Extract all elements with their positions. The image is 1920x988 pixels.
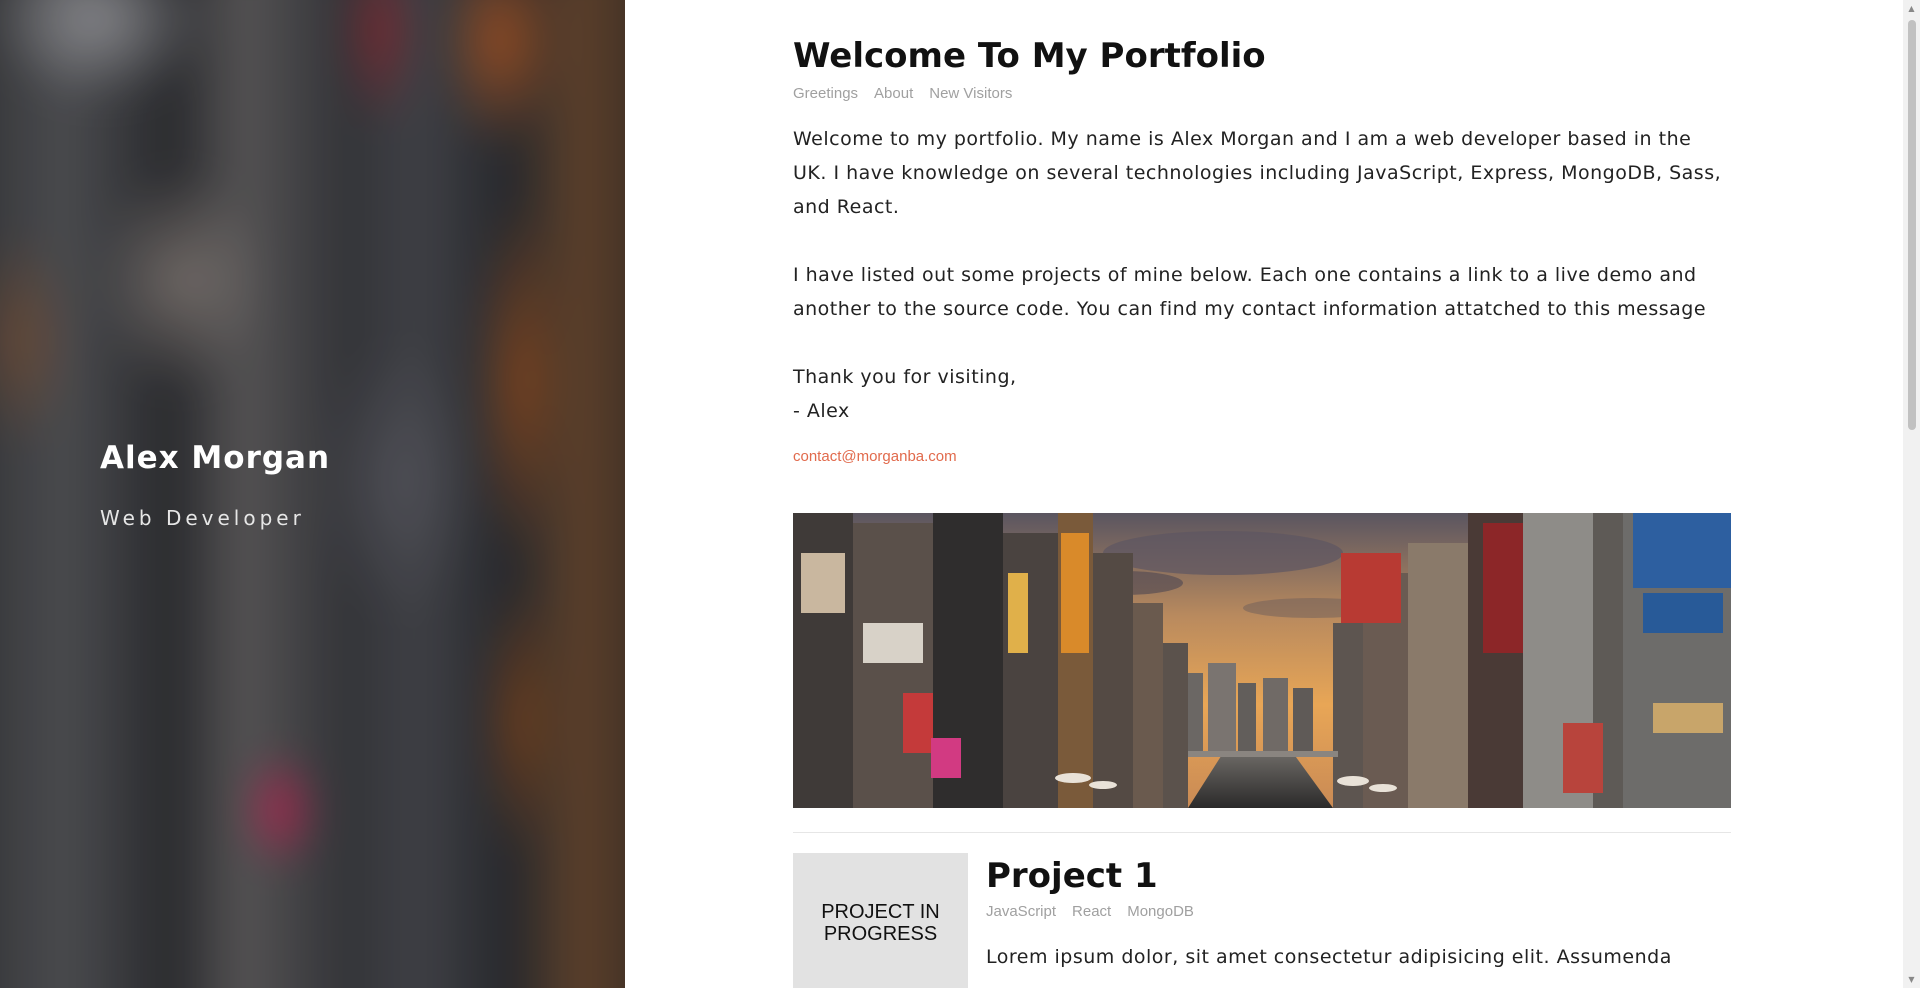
tag-greetings: Greetings (793, 85, 859, 102)
hero-role: Web Developer (100, 506, 305, 530)
page-scrollbar[interactable]: ▲ ▼ (1903, 0, 1920, 988)
intro-paragraph: I have listed out some projects of mine … (793, 264, 1707, 320)
tag-react: React (1072, 903, 1112, 920)
section-divider (793, 832, 1731, 833)
city-street-illustration (793, 513, 1731, 808)
tag-mongodb: MongoDB (1127, 903, 1194, 920)
tag-new-visitors: New Visitors (929, 85, 1013, 102)
scrollbar-thumb[interactable] (1908, 20, 1916, 430)
tag-javascript: JavaScript (986, 903, 1057, 920)
hero-name: Alex Morgan (100, 440, 331, 476)
signoff: Thank you for visiting, (793, 366, 1017, 388)
intro-text: Welcome to my portfolio. My name is Alex… (793, 122, 1731, 428)
main-content: Welcome To My Portfolio Greetings About … (625, 0, 1903, 988)
email-link[interactable]: contact@morganba.com (793, 448, 957, 465)
hero-overlay (0, 0, 625, 988)
page-title: Welcome To My Portfolio (793, 36, 1266, 76)
project-title: Project 1 (986, 856, 1158, 896)
scroll-down-arrow-icon[interactable]: ▼ (1903, 971, 1920, 988)
project-thumbnail-label: PROJECT IN PROGRESS (821, 901, 940, 945)
signature: - Alex (793, 400, 850, 422)
tag-about: About (874, 85, 914, 102)
intro-paragraph: Welcome to my portfolio. My name is Alex… (793, 128, 1722, 218)
scroll-up-arrow-icon[interactable]: ▲ (1903, 0, 1920, 17)
intro-tags: Greetings About New Visitors (793, 85, 1012, 102)
project-description: Lorem ipsum dolor, sit amet consectetur … (986, 946, 1672, 968)
city-banner-image (793, 513, 1731, 808)
project-tags: JavaScript React MongoDB (986, 903, 1194, 920)
hero-panel: Alex Morgan Web Developer (0, 0, 625, 988)
project-thumbnail[interactable]: PROJECT IN PROGRESS (793, 853, 968, 988)
